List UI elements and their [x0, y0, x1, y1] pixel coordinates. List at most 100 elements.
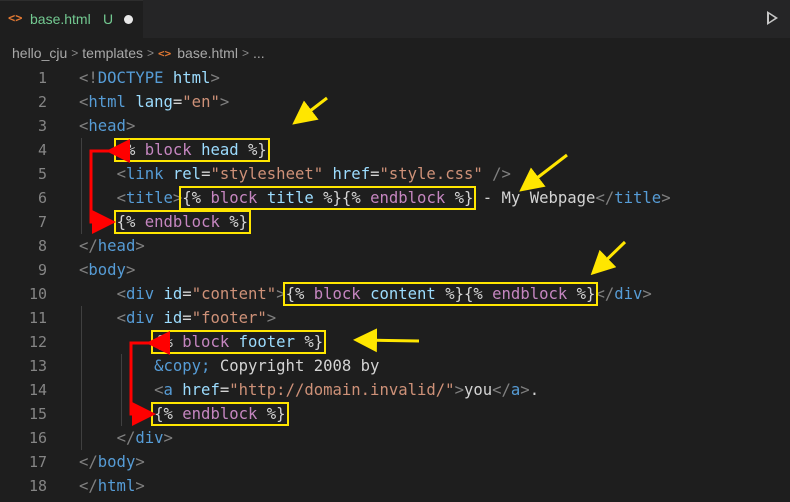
code-line[interactable]: 8 </head>	[0, 234, 790, 258]
line-number: 7	[37, 213, 47, 231]
breadcrumb-subfolder[interactable]: templates	[82, 45, 143, 61]
code-token: %}	[257, 405, 286, 423]
code-token: >	[266, 309, 277, 327]
code-line[interactable]: 2 <html lang="en">	[0, 90, 790, 114]
code-text: {% endblock %}	[79, 210, 252, 234]
code-token: you	[463, 381, 493, 399]
breadcrumb-file[interactable]: base.html	[177, 45, 238, 61]
code-text: <div id="footer">	[79, 306, 277, 330]
code-token: title	[614, 189, 662, 207]
code-token: &copy;	[154, 357, 211, 375]
code-token: a	[510, 381, 521, 399]
code-token: >	[520, 381, 530, 399]
tab-filename: base.html	[30, 11, 91, 27]
code-line[interactable]: 5 <link rel="stylesheet" href="style.css…	[0, 162, 790, 186]
code-text: </head>	[79, 234, 145, 258]
code-token: >	[125, 117, 136, 135]
line-number: 4	[37, 141, 47, 159]
code-text: <link rel="stylesheet" href="style.css" …	[79, 162, 511, 186]
code-token: id	[163, 309, 183, 327]
jinja-block-highlight: {% block head %}	[113, 138, 270, 162]
code-token: >	[172, 189, 183, 207]
code-line[interactable]: 15 {% endblock %}	[0, 402, 790, 426]
code-text: {% block footer %}	[79, 330, 327, 354]
code-token: <	[116, 189, 126, 207]
code-token: </	[492, 381, 511, 399]
code-text: {% block head %}	[79, 138, 270, 162]
code-token: html	[88, 93, 126, 111]
chevron-right-icon: >	[71, 46, 79, 61]
jinja-block-highlight: {% block footer %}	[151, 330, 327, 354]
code-line[interactable]: 14 <a href="http://domain.invalid/">you<…	[0, 378, 790, 402]
code-token: >	[135, 237, 145, 255]
code-token: </	[79, 237, 98, 255]
html-file-icon: <>	[8, 11, 23, 25]
unsaved-dot-icon[interactable]	[124, 15, 133, 24]
jinja-block-highlight: {% block title %}{% endblock %}	[179, 186, 477, 210]
line-number: 5	[37, 165, 47, 183]
breadcrumb-folder[interactable]: hello_cju	[12, 45, 67, 61]
code-token: <	[116, 165, 126, 183]
breadcrumb-more[interactable]: ...	[253, 45, 265, 61]
code-token: body	[97, 453, 136, 471]
line-number: 12	[28, 333, 47, 351]
code-token: </	[79, 453, 98, 471]
code-line[interactable]: 6 < title >{% block title %}{% endblock %}…	[0, 186, 790, 210]
line-number: 9	[37, 261, 47, 279]
code-token: >	[276, 285, 286, 303]
line-number: 11	[28, 309, 47, 327]
tab-base-html[interactable]: <> base.html U	[0, 0, 143, 38]
code-token: {%	[116, 141, 145, 159]
code-line[interactable]: 13 &copy; Copyright 2008 by	[0, 354, 790, 378]
code-token: div	[135, 429, 164, 447]
code-line[interactable]: 18 </html>	[0, 474, 790, 498]
code-token: <	[79, 93, 89, 111]
code-line[interactable]: 7 {% endblock %}	[0, 210, 790, 234]
code-line[interactable]: 12 {% block footer %}	[0, 330, 790, 354]
code-text: </body>	[79, 450, 145, 474]
chevron-right-icon: >	[241, 46, 249, 61]
line-number: 18	[28, 477, 47, 495]
code-token: footer	[238, 333, 295, 351]
code-token: div	[125, 285, 155, 303]
code-token: DOCTYPE	[97, 69, 164, 87]
line-number: 8	[37, 237, 47, 255]
code-line[interactable]: 16 </div>	[0, 426, 790, 450]
code-line[interactable]: 3 <head>	[0, 114, 790, 138]
code-line[interactable]: 17 </body>	[0, 450, 790, 474]
code-editor[interactable]: 1 <!DOCTYPE html> 2 <html lang="en"> 3 <head>…	[0, 66, 790, 502]
code-token: =	[182, 309, 192, 327]
code-token: .	[529, 381, 540, 399]
code-token: {%	[116, 213, 145, 231]
code-token: {%	[182, 189, 211, 207]
code-line[interactable]: 9 <body>	[0, 258, 790, 282]
code-token: a	[163, 381, 173, 399]
code-line[interactable]: 11 <div id="footer">	[0, 306, 790, 330]
code-token: =	[219, 381, 230, 399]
code-line[interactable]: 1 <!DOCTYPE html>	[0, 66, 790, 90]
code-line[interactable]: 10 <div id="content">{% block content %}…	[0, 282, 790, 306]
code-token: head	[201, 141, 239, 159]
chevron-right-icon: >	[146, 46, 154, 61]
code-token: link	[125, 165, 164, 183]
jinja-block-highlight: {% endblock %}	[151, 402, 289, 426]
code-token: </	[595, 189, 615, 207]
run-play-icon[interactable]	[767, 11, 778, 25]
code-token: </	[79, 477, 98, 495]
line-number: 6	[37, 189, 47, 207]
code-line[interactable]: 4 {% block head %}	[0, 138, 790, 162]
code-token: </	[116, 429, 136, 447]
code-text: </div>	[79, 426, 173, 450]
line-number: 16	[28, 429, 47, 447]
code-text: <head>	[79, 114, 135, 138]
